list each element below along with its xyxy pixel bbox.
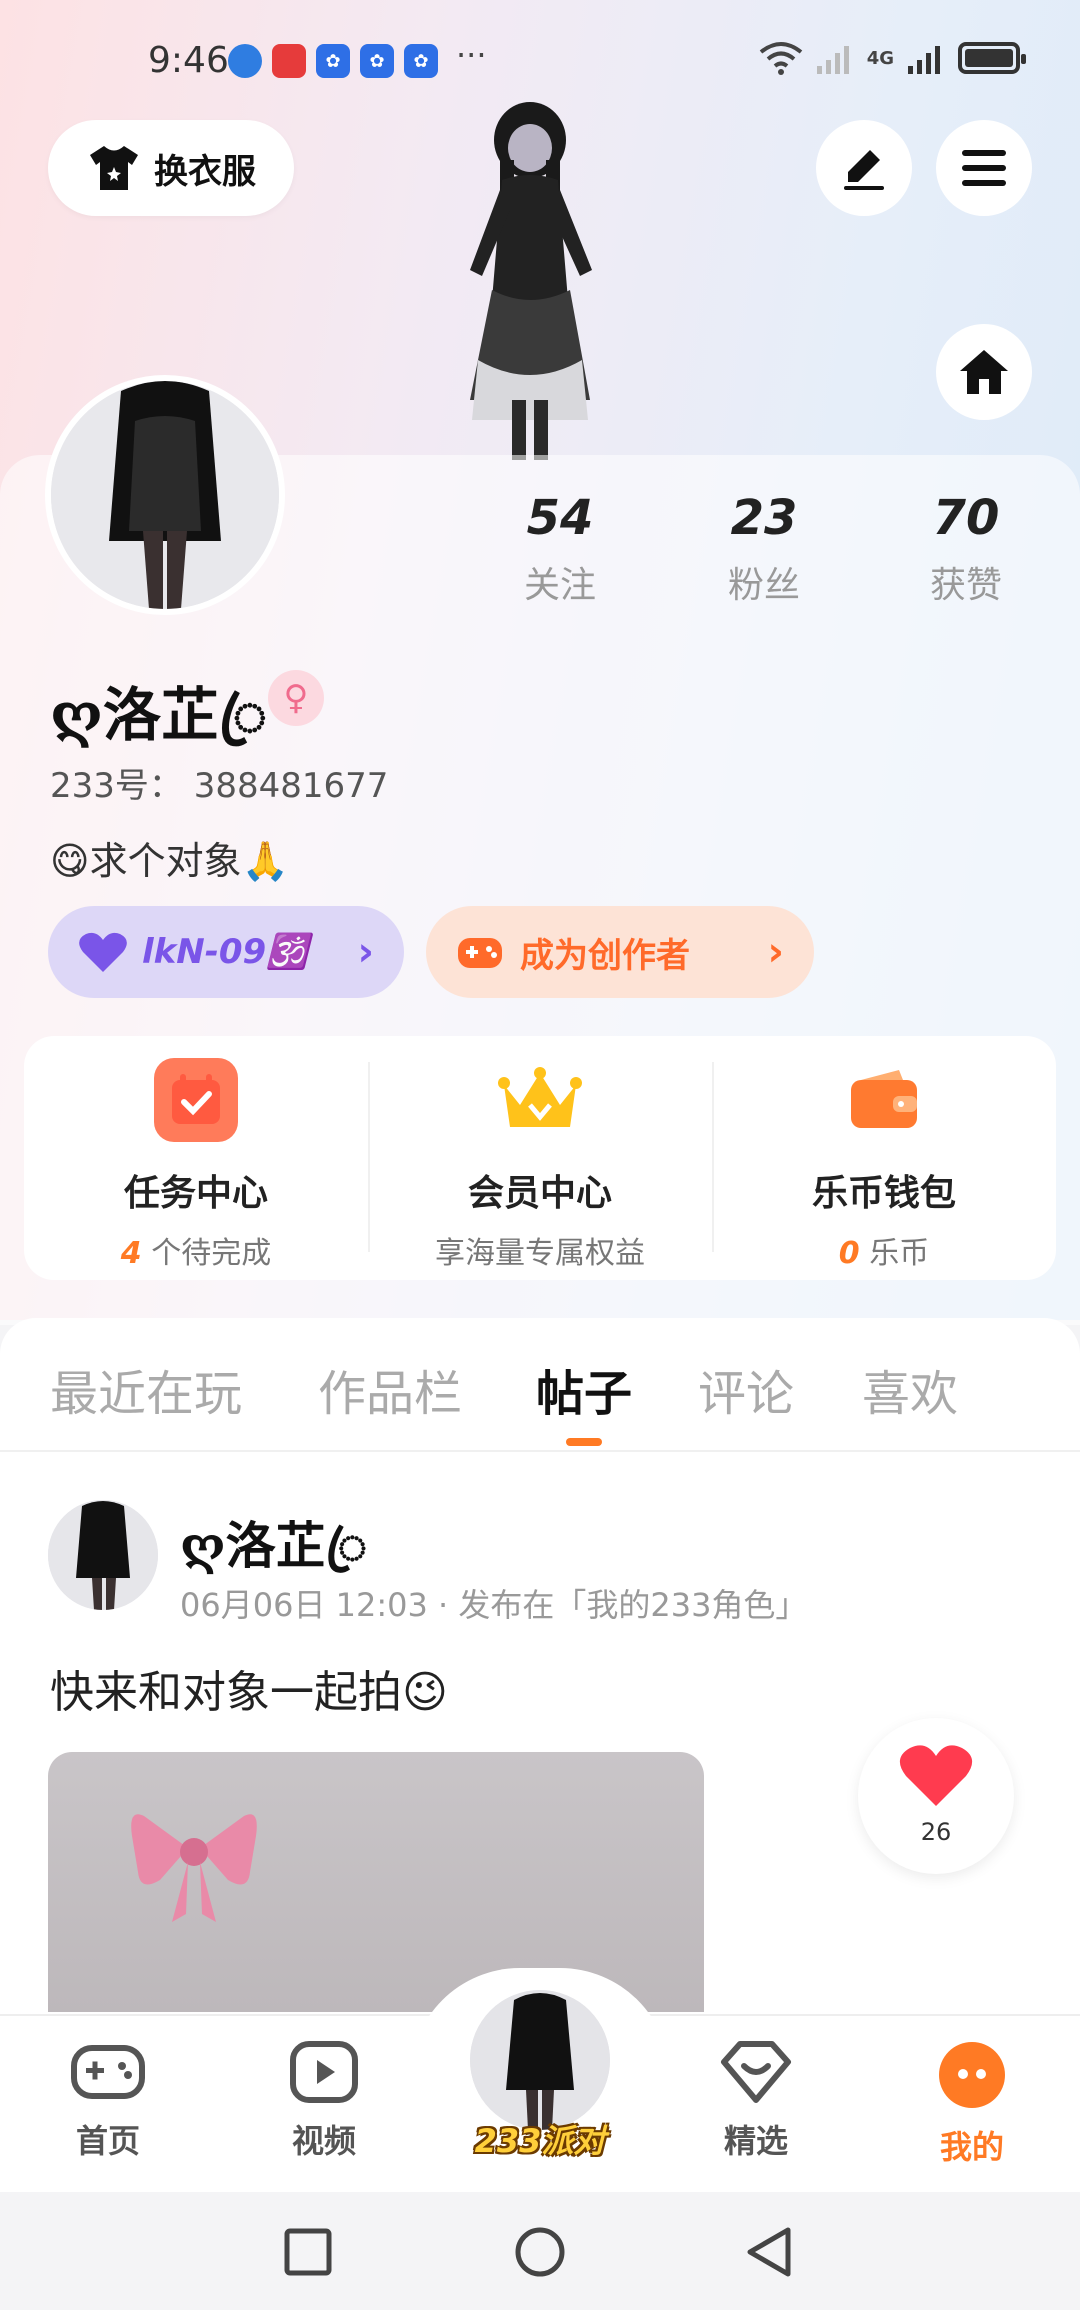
- tshirt-icon: [90, 146, 138, 190]
- tab-comments[interactable]: 评论: [698, 1354, 794, 1424]
- vip-center-title: 会员中心: [467, 1173, 612, 1214]
- home-button[interactable]: [936, 324, 1032, 420]
- calendar-check-icon: [154, 1058, 238, 1142]
- nav-home-label: 首页: [75, 2122, 140, 2160]
- home-circle-icon[interactable]: [514, 2226, 566, 2278]
- profile-bio: 😋求个对象🙏: [50, 839, 289, 883]
- party-avatar-image: [470, 1990, 610, 2130]
- character-avatar-3d[interactable]: [430, 100, 630, 460]
- nav-featured[interactable]: 精选: [686, 2040, 826, 2162]
- wallet-entry[interactable]: 乐币钱包 0 乐币: [712, 1036, 1056, 1280]
- quick-entry-card: 任务中心 4 个待完成 会员中心 享海量专属权益 乐币钱包 0 乐币: [24, 1036, 1056, 1280]
- baidu-notification-icon: ✿: [360, 44, 394, 78]
- like-button[interactable]: 26: [858, 1718, 1014, 1874]
- more-notifications-icon: ···: [456, 36, 487, 74]
- post-author-avatar[interactable]: [48, 1500, 158, 1610]
- edit-profile-button[interactable]: [816, 120, 912, 216]
- pencil-icon: [844, 150, 884, 190]
- crown-icon: [498, 1058, 582, 1142]
- tab-works[interactable]: 作品栏: [318, 1354, 462, 1424]
- house-icon: [960, 350, 1008, 394]
- post-text[interactable]: 快来和对象一起拍😉: [50, 1656, 448, 1720]
- partner-tag-button[interactable]: lkN-09🕉️ ›: [48, 906, 404, 998]
- tab-likes[interactable]: 喜欢: [862, 1354, 958, 1424]
- battery-icon: [958, 42, 1026, 74]
- stat-likes-count: 70: [932, 490, 1000, 546]
- smiley-face-icon: [939, 2042, 1005, 2108]
- vip-center-entry[interactable]: 会员中心 享海量专属权益: [368, 1036, 712, 1280]
- menu-button[interactable]: [936, 120, 1032, 216]
- nav-featured-label: 精选: [723, 2122, 788, 2160]
- tabs-divider: [0, 1450, 1080, 1452]
- stat-followers-label: 粉丝: [727, 565, 800, 606]
- signal-icon-sim2: [908, 46, 940, 74]
- change-outfit-button[interactable]: 换衣服: [48, 120, 294, 216]
- gamepad-icon: [71, 2045, 145, 2099]
- wallet-currency-label: 乐币: [859, 1236, 930, 1271]
- baidu-notification-icon: ✿: [404, 44, 438, 78]
- task-center-title: 任务中心: [123, 1173, 268, 1214]
- wallet-icon: [842, 1058, 926, 1142]
- stat-followers-count: 23: [730, 490, 798, 546]
- status-indicators: 4G: [759, 40, 1026, 76]
- become-creator-label: 成为创作者: [520, 935, 690, 976]
- hamburger-menu-icon: [962, 150, 1006, 186]
- nav-me[interactable]: 我的: [902, 2040, 1042, 2168]
- bow-icon: [131, 1814, 257, 1922]
- change-outfit-label: 换衣服: [154, 151, 256, 192]
- notification-icons: ✿ ✿ ✿: [228, 44, 438, 78]
- profile-uid[interactable]: 233号： 388481677: [50, 758, 388, 807]
- like-count: 26: [920, 1818, 952, 1846]
- stat-likes[interactable]: 70 获赞: [886, 490, 1046, 608]
- post-image[interactable]: [48, 1752, 704, 2012]
- task-center-entry[interactable]: 任务中心 4 个待完成: [24, 1036, 368, 1280]
- nav-me-label: 我的: [939, 2128, 1004, 2166]
- partner-tag-label: lkN-09🕉️: [142, 932, 309, 972]
- nav-video-label: 视频: [291, 2122, 356, 2160]
- vip-center-subtitle: 享海量专属权益: [435, 1236, 645, 1271]
- wallet-balance: 0: [838, 1236, 860, 1271]
- wifi-icon: [759, 42, 802, 75]
- chevron-right-icon: ›: [357, 929, 374, 975]
- active-tab-indicator: [566, 1438, 602, 1446]
- stat-following-count: 54: [526, 490, 594, 546]
- nav-party-label[interactable]: 233派对: [460, 2116, 620, 2162]
- tab-recently-played[interactable]: 最近在玩: [50, 1354, 242, 1424]
- gamepad-icon: [458, 938, 502, 968]
- signal-icon-sim1: [816, 46, 849, 74]
- huawei-notification-icon: [272, 44, 306, 78]
- nav-video[interactable]: 视频: [254, 2040, 394, 2162]
- become-creator-button[interactable]: 成为创作者 ›: [426, 906, 814, 998]
- back-triangle-icon[interactable]: [744, 2226, 792, 2278]
- task-pending-label: 个待完成: [141, 1236, 272, 1271]
- profile-avatar-image: [51, 381, 279, 609]
- stat-following-label: 关注: [523, 565, 596, 606]
- status-time: 9:46: [148, 40, 229, 81]
- post-meta: 06月06日 12:03 · 发布在「我的233角色」: [180, 1586, 808, 1624]
- baidu-notification-icon: ✿: [316, 44, 350, 78]
- female-gender-icon: ♀: [268, 670, 324, 726]
- party-avatar-button[interactable]: [470, 1990, 610, 2130]
- recent-apps-icon[interactable]: [284, 2228, 332, 2276]
- heart-icon: [79, 932, 127, 972]
- network-type-label: 4G: [866, 47, 894, 69]
- profile-tabs: 最近在玩 作品栏 帖子 评论 喜欢: [0, 1354, 1080, 1438]
- status-bar: 9:46 ✿ ✿ ✿ ··· 4G: [0, 30, 1080, 90]
- heart-icon: [899, 1745, 973, 1806]
- nav-home[interactable]: 首页: [38, 2040, 178, 2162]
- profile-avatar[interactable]: [45, 375, 285, 615]
- task-pending-count: 4: [120, 1236, 142, 1271]
- stat-likes-label: 获赞: [929, 565, 1002, 606]
- system-navigation-bar: [0, 2192, 1080, 2310]
- wallet-subtitle: 0 乐币: [712, 1228, 1056, 1272]
- browser-notification-icon: [228, 44, 262, 78]
- play-video-icon: [290, 2041, 358, 2103]
- tab-posts[interactable]: 帖子: [536, 1354, 632, 1424]
- task-center-subtitle: 4 个待完成: [24, 1228, 368, 1272]
- stat-followers[interactable]: 23 粉丝: [684, 490, 844, 608]
- diamond-smile-icon: [721, 2041, 791, 2103]
- chevron-right-icon: ›: [767, 929, 784, 975]
- stat-following[interactable]: 54 关注: [480, 490, 640, 608]
- wallet-title: 乐币钱包: [811, 1173, 956, 1214]
